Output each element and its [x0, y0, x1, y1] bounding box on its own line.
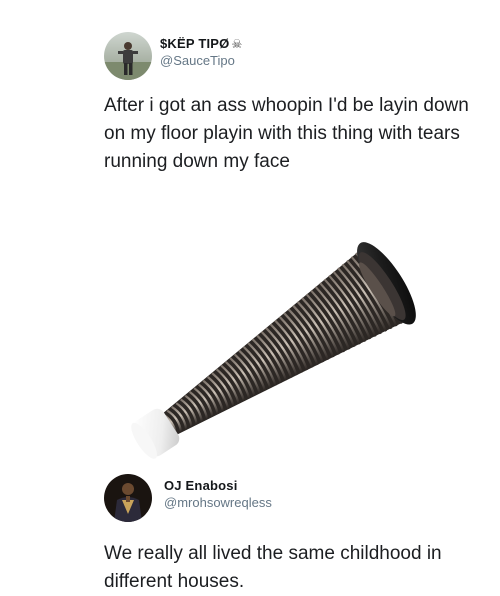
tweet-original: $KËP TIPØ ☠ @SauceTipo After i got an ass…	[0, 30, 500, 459]
person-photo-avatar-icon	[104, 474, 152, 522]
tweet-author: OJ Enabosi @mrohsowreqless	[164, 478, 272, 511]
tweet-reply: OJ Enabosi @mrohsowreqless We really all…	[0, 470, 500, 592]
display-name[interactable]: $KËP TIPØ ☠	[160, 36, 242, 52]
tweet-body: We really all lived the same childhood i…	[104, 543, 442, 592]
skull-emoji-icon: ☠	[231, 37, 243, 51]
spring-door-stopper-icon	[131, 242, 416, 459]
user-handle[interactable]: @mrohsowreqless	[164, 494, 272, 511]
user-handle[interactable]: @SauceTipo	[160, 52, 242, 69]
avatar[interactable]	[104, 474, 152, 522]
avatar[interactable]	[104, 32, 152, 80]
tweet-author: $KËP TIPØ ☠ @SauceTipo	[160, 36, 242, 69]
tweet-body: After i got an ass whoopin I'd be layin …	[104, 95, 469, 172]
tweet-header: $KËP TIPØ ☠ @SauceTipo	[0, 30, 500, 82]
display-name[interactable]: OJ Enabosi	[164, 478, 272, 494]
tweet-header: OJ Enabosi @mrohsowreqless	[0, 470, 500, 522]
display-name-text[interactable]: $KËP TIPØ	[160, 36, 229, 51]
person-photo-avatar-icon	[104, 32, 152, 80]
tweet-media-image[interactable]	[100, 226, 450, 466]
